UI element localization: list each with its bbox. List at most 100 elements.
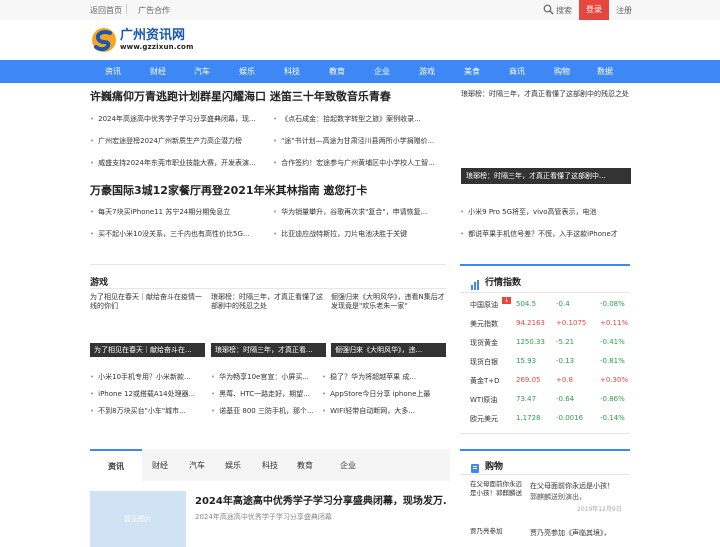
news-link[interactable]: 诺基亚 800 三防手机，那个... [211, 406, 327, 416]
market-value: 1250.33 [516, 338, 545, 346]
news-link[interactable]: 华为畅享10e官宣：小屏买... [211, 372, 327, 382]
game-card[interactable]: 为了相见在春天｜献给奋斗在疫情一线的你们 为了相见在春天｜献给奋斗在... [90, 293, 205, 357]
headline-1[interactable]: 许巍痛仰万青逃跑计划群星闪耀海口 迷笛三十年致敬音乐青春 [90, 88, 391, 104]
section-title-market: 行情指数 [485, 278, 522, 288]
image-caption: 倔强归来《大明风华》，违... [331, 343, 446, 357]
shopping-item-date: 2019年12月9日 [577, 506, 622, 513]
divider [460, 292, 630, 293]
news-link[interactable]: 不到8万块买台"小车"城市... [90, 406, 206, 416]
news-link[interactable]: 稳了？华为将超越苹果 成... [322, 372, 446, 382]
tab-tech[interactable]: 科技 [262, 460, 278, 471]
tab-entertainment[interactable]: 娱乐 [225, 460, 241, 471]
news-link[interactable]: 买不起小米10没关系，三千内也有高性价比5G... [90, 229, 266, 239]
game-card[interactable]: 倔强归来《大明风华》，违看N集后才发现竟是"欢乐老朱一家" 倔强归来《大明风华》… [331, 293, 446, 357]
market-name: 中国原油 [470, 301, 498, 309]
news-link[interactable]: 每天7块买iPhone11 苏宁24期分期免息立 [90, 207, 266, 217]
news-link[interactable]: 都说苹果手机信号差？不慌，入手这款iPhone才 [460, 229, 630, 239]
tab-auto[interactable]: 汽车 [189, 460, 205, 471]
home-link[interactable]: 返回首页 [90, 5, 122, 16]
login-button[interactable]: 登录 [579, 0, 609, 20]
news-link[interactable]: WIFI轻带自动断网，大多... [322, 406, 446, 416]
site-logo[interactable]: 广州资讯网 www.gzzixun.com [90, 25, 194, 55]
market-name: 欧元美元 [470, 415, 498, 423]
news-link[interactable]: 《点石成金：拾起数字转型之旅》案例收录... [273, 114, 445, 124]
category-tabs: 资讯 财经 汽车 娱乐 科技 教育 企业 [90, 449, 450, 481]
market-pct: +0.30% [600, 376, 629, 384]
shopping-icon [470, 459, 480, 478]
divider [460, 433, 630, 434]
nav-item[interactable]: 科技 [272, 66, 312, 77]
market-value: 15.93 [516, 357, 537, 365]
market-row[interactable]: 黄金T+D 269.05 +0.8 +0.30% [470, 372, 628, 390]
news-link[interactable]: 威盛支持2024年东莞市职业技能大赛，开发表演... [90, 158, 266, 168]
market-row[interactable]: 现货白银 15.93 -0.13 -0.81% [470, 353, 628, 371]
market-row[interactable]: 美元指数 94.2163 +0.1075 +0.11% [470, 315, 628, 333]
news-link[interactable]: AppStore今日分享 iphone上最 [322, 389, 446, 399]
nav-item[interactable]: 财经 [138, 66, 178, 77]
news-link[interactable]: 黑莓、HTC一路走好，期望... [211, 389, 327, 399]
ads-link[interactable]: 广告合作 [138, 5, 170, 16]
image-caption: 琅琊榜：时隔三年，才真正看懂了这部剧中... [461, 168, 631, 184]
news-link[interactable]: 小米9 Pro 5G将至，vivo高管表示，电池 [460, 207, 630, 217]
news-link[interactable]: 比亚迪应战特斯拉，刀片电池决胜于关键 [273, 229, 445, 239]
market-row[interactable]: 欧元美元 1.1728 -0.0016 -0.14% [470, 410, 628, 428]
image-alt-text: 倔强归来《大明风华》，违看N集后才发现竟是"欢乐老朱一家" [331, 293, 445, 310]
register-link[interactable]: 注册 [616, 5, 632, 16]
market-value: 94.2163 [516, 319, 545, 327]
shopping-item-desc: 郭麒麟送别演出， [530, 493, 586, 501]
shopping-image[interactable]: 贾乃亮参加 [470, 527, 525, 540]
shopping-item-title[interactable]: 在父母面前你永远是小孩！ [530, 481, 614, 491]
nav-item[interactable]: 资讯 [93, 66, 133, 77]
feature-title[interactable]: 2024年高途高中优秀学子学习分享盛典闭幕，现场发万... [195, 492, 447, 507]
no-image-placeholder[interactable]: 暂无图片 [90, 491, 186, 547]
logo-url: www.gzzixun.com [120, 43, 194, 51]
news-link[interactable]: 合作签约！宏途参与广州黄埔区中小学校人工智... [273, 158, 445, 168]
search-icon[interactable] [543, 4, 554, 17]
news-link[interactable]: "途"书计划—高途为甘肃泾川县两所小学捐赠价... [273, 136, 445, 146]
search-link[interactable]: 搜索 [556, 5, 572, 16]
image-alt-text: 琅琊榜：时隔三年，才真正看懂了这部剧中的残忍之处 [211, 293, 323, 310]
market-change: -0.13 [556, 357, 575, 365]
tab-education[interactable]: 教育 [297, 460, 313, 471]
market-name: 黄金T+D [470, 377, 500, 385]
featured-image-card[interactable]: 琅琊榜：时隔三年，才真正看懂了这部剧中的残忍之处 琅琊榜：时隔三年，才真正看懂了… [460, 88, 631, 185]
nav-item[interactable]: 购物 [542, 66, 582, 77]
feature-desc: 2024年高途高中优秀学子学习分享盛典闭幕 [195, 513, 332, 521]
nav-item[interactable]: 汽车 [182, 66, 222, 77]
game-card[interactable]: 琅琊榜：时隔三年，才真正看懂了这部剧中的残忍之处 琅琊榜：时隔三年，才真正看..… [211, 293, 326, 357]
nav-item[interactable]: 数据 [585, 66, 625, 77]
market-pct: -0.86% [600, 395, 625, 403]
market-change: -0.0016 [556, 414, 584, 422]
news-link[interactable]: 小米10手机专用？小米新款... [90, 372, 206, 382]
market-pct: -0.41% [600, 338, 625, 346]
tab-news[interactable]: 资讯 [90, 449, 142, 481]
logo-icon [92, 28, 116, 52]
headline-2[interactable]: 万豪国际3城12家餐厅再登2021年米其林指南 邀您打卡 [90, 182, 367, 198]
image-caption: 为了相见在春天｜献给奋斗在... [90, 343, 205, 357]
nav-item[interactable]: 美食 [452, 66, 492, 77]
market-change: -5.21 [556, 338, 575, 346]
market-pct: -0.14% [600, 414, 625, 422]
market-row[interactable]: 现货黄金 1250.33 -5.21 -0.41% [470, 334, 628, 352]
tab-business[interactable]: 企业 [340, 460, 356, 471]
market-value: 269.05 [516, 376, 541, 384]
nav-item[interactable]: 娱乐 [227, 66, 267, 77]
news-link[interactable]: 2024年高途高中优秀学子学习分享盛典闭幕，现... [90, 114, 266, 124]
nav-item[interactable]: 企业 [362, 66, 402, 77]
market-row[interactable]: 中国原油 ↓ 504.5 -0.4 -0.08% [470, 296, 628, 314]
logo-name: 广州资讯网 [120, 28, 186, 43]
tab-finance[interactable]: 财经 [152, 460, 168, 471]
nav-item[interactable]: 商讯 [497, 66, 537, 77]
market-change: -0.64 [556, 395, 575, 403]
divider [126, 4, 127, 14]
shopping-item-title[interactable]: 贾乃亮参加《声临其境》， [530, 528, 611, 538]
news-link[interactable]: 广州宏途登榜2024广州新质生产力高企潜力榜 [90, 136, 266, 146]
nav-item[interactable]: 教育 [317, 66, 357, 77]
nav-item[interactable]: 游戏 [407, 66, 447, 77]
news-link[interactable]: 华为销量攀升，谷歌再次求"复合"，申请恢复... [273, 207, 445, 217]
news-link[interactable]: iPhone 12或搭载A14处理器... [90, 389, 206, 399]
shopping-image[interactable]: 在父母面前你永远是小孩！郭麒麟送 [470, 480, 525, 520]
market-row[interactable]: WTI原油 73.47 -0.64 -0.86% [470, 391, 628, 409]
market-value: 504.5 [516, 300, 537, 308]
section-title-games: 游戏 [90, 278, 109, 288]
